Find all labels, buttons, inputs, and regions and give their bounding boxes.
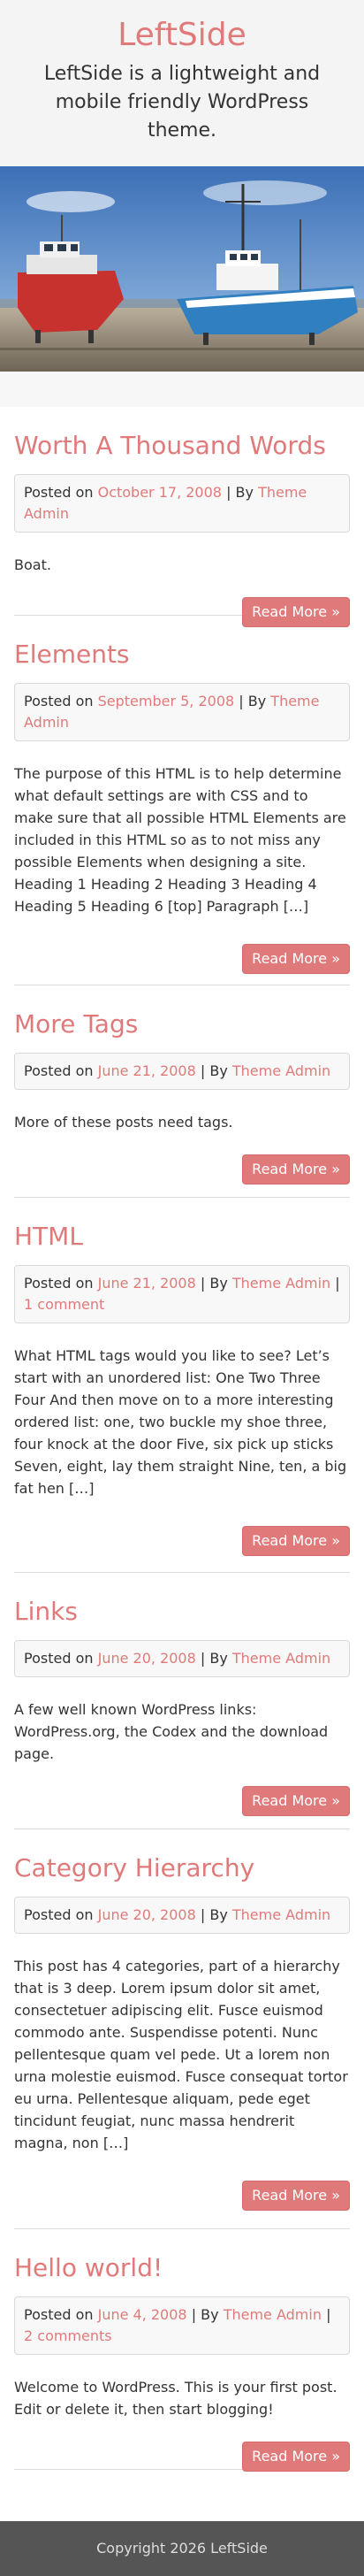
read-more-button[interactable]: Read More » bbox=[242, 1154, 350, 1184]
posted-on-label: Posted on bbox=[24, 484, 94, 501]
post-item: Worth A Thousand Words Posted on October… bbox=[14, 407, 350, 627]
post-item: Category Hierarchy Posted on June 20, 20… bbox=[14, 1829, 350, 2229]
post-title[interactable]: Category Hierarchy bbox=[14, 1852, 350, 1884]
read-more-button[interactable]: Read More » bbox=[242, 1786, 350, 1816]
posted-on-label: Posted on bbox=[24, 1275, 94, 1292]
post-date-link[interactable]: September 5, 2008 bbox=[98, 693, 235, 709]
post-author-link[interactable]: Theme Admin bbox=[232, 1650, 330, 1667]
post-item: HTML Posted on June 21, 2008 | By Theme … bbox=[14, 1198, 350, 1573]
read-more-button[interactable]: Read More » bbox=[242, 2181, 350, 2211]
post-meta: Posted on June 21, 2008 | By Theme Admin bbox=[14, 1053, 350, 1090]
by-label: | By bbox=[191, 2306, 219, 2323]
post-author-link[interactable]: Theme Admin bbox=[232, 1906, 330, 1923]
post-author-link[interactable]: Theme Admin bbox=[232, 1062, 330, 1079]
post-date-link[interactable]: June 21, 2008 bbox=[98, 1062, 196, 1079]
hero-spacer bbox=[0, 372, 364, 407]
post-date-link[interactable]: October 17, 2008 bbox=[98, 484, 222, 501]
post-comments-link[interactable]: 2 comments bbox=[24, 2327, 112, 2344]
post-comments-link[interactable]: 1 comment bbox=[24, 1296, 104, 1313]
post-item: Elements Posted on September 5, 2008 | B… bbox=[14, 616, 350, 985]
read-more-row: Read More » bbox=[14, 1154, 350, 1184]
by-label: | By bbox=[200, 1275, 228, 1292]
post-excerpt: What HTML tags would you like to see? Le… bbox=[14, 1347, 347, 1497]
post-meta: Posted on June 4, 2008 | By Theme Admin … bbox=[14, 2296, 350, 2355]
post-excerpt: Boat. bbox=[14, 556, 51, 573]
post-date-link[interactable]: June 4, 2008 bbox=[98, 2306, 187, 2323]
by-label: | By bbox=[200, 1906, 228, 1923]
post-date-link[interactable]: June 21, 2008 bbox=[98, 1275, 196, 1292]
post-title[interactable]: More Tags bbox=[14, 1008, 350, 1040]
post-meta: Posted on June 20, 2008 | By Theme Admin bbox=[14, 1897, 350, 1934]
read-more-button[interactable]: Read More » bbox=[242, 2442, 350, 2472]
posted-on-label: Posted on bbox=[24, 1062, 94, 1079]
read-more-row: Read More » bbox=[14, 944, 350, 974]
post-item: Hello world! Posted on June 4, 2008 | By… bbox=[14, 2229, 350, 2472]
post-list: Worth A Thousand Words Posted on October… bbox=[0, 407, 364, 2472]
footer-copyright: Copyright 2026 LeftSide bbox=[96, 2540, 268, 2557]
site-description: LeftSide is a lightweight and mobile fri… bbox=[43, 63, 321, 142]
post-item: Links Posted on June 20, 2008 | By Theme… bbox=[14, 1573, 350, 1829]
post-excerpt: This post has 4 categories, part of a hi… bbox=[14, 1958, 348, 2151]
post-author-link[interactable]: Theme Admin bbox=[224, 2306, 322, 2323]
post-title[interactable]: Links bbox=[14, 1596, 350, 1628]
post-meta: Posted on June 20, 2008 | By Theme Admin bbox=[14, 1640, 350, 1677]
post-title[interactable]: HTML bbox=[14, 1221, 350, 1253]
site-footer: Copyright 2026 LeftSide bbox=[0, 2521, 364, 2576]
post-author-link[interactable]: Theme Admin bbox=[232, 1275, 330, 1292]
post-meta: Posted on September 5, 2008 | By Theme A… bbox=[14, 683, 350, 741]
post-title[interactable]: Hello world! bbox=[14, 2252, 350, 2284]
read-more-button[interactable]: Read More » bbox=[242, 1526, 350, 1556]
posted-on-label: Posted on bbox=[24, 2306, 94, 2323]
posted-on-label: Posted on bbox=[24, 1650, 94, 1667]
comments-separator: | bbox=[335, 1275, 340, 1292]
site-header: LeftSide LeftSide is a lightweight and m… bbox=[0, 0, 364, 166]
site-title[interactable]: LeftSide bbox=[0, 16, 364, 55]
post-date-link[interactable]: June 20, 2008 bbox=[98, 1906, 196, 1923]
post-meta: Posted on June 21, 2008 | By Theme Admin… bbox=[14, 1265, 350, 1323]
by-label: | By bbox=[226, 484, 254, 501]
post-title[interactable]: Elements bbox=[14, 639, 350, 671]
by-label: | By bbox=[200, 1062, 228, 1079]
read-more-row: Read More » bbox=[14, 1526, 350, 1556]
post-title[interactable]: Worth A Thousand Words bbox=[14, 430, 350, 462]
post-date-link[interactable]: June 20, 2008 bbox=[98, 1650, 196, 1667]
posted-on-label: Posted on bbox=[24, 693, 94, 709]
posted-on-label: Posted on bbox=[24, 1906, 94, 1923]
by-label: | By bbox=[239, 693, 267, 709]
comments-separator: | bbox=[326, 2306, 331, 2323]
post-excerpt: Welcome to WordPress. This is your first… bbox=[14, 2379, 337, 2418]
read-more-row: Read More » bbox=[14, 1786, 350, 1816]
hero-image bbox=[0, 166, 364, 372]
read-more-row: Read More » bbox=[14, 2181, 350, 2211]
by-label: | By bbox=[200, 1650, 228, 1667]
post-excerpt: A few well known WordPress links: WordPr… bbox=[14, 1701, 329, 1762]
post-excerpt: More of these posts need tags. bbox=[14, 1114, 233, 1131]
read-more-button[interactable]: Read More » bbox=[242, 944, 350, 974]
post-excerpt: The purpose of this HTML is to help dete… bbox=[14, 765, 346, 915]
post-meta: Posted on October 17, 2008 | By Theme Ad… bbox=[14, 474, 350, 533]
post-item: More Tags Posted on June 21, 2008 | By T… bbox=[14, 985, 350, 1198]
read-more-row: Read More » bbox=[14, 2442, 350, 2472]
